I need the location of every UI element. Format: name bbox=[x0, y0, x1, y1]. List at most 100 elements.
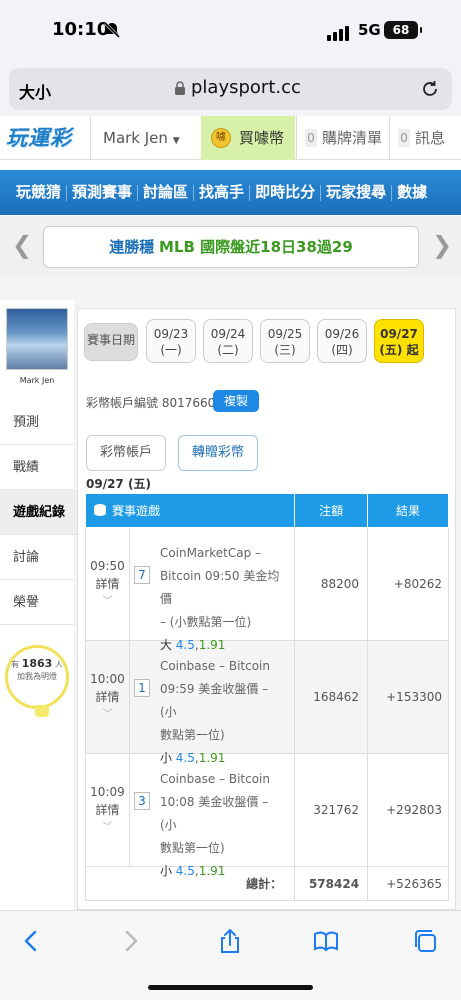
detail-link[interactable]: 詳情 bbox=[86, 688, 129, 706]
network-label: 5G bbox=[358, 21, 381, 39]
banner-highlight: 連勝穩 bbox=[109, 238, 155, 256]
lock-icon bbox=[175, 81, 185, 95]
browser-address-bar: 大小 playsport.cc bbox=[0, 62, 461, 116]
date-day: (一) bbox=[160, 343, 182, 357]
buy-coins-button[interactable]: 噱 買噱幣 bbox=[201, 116, 295, 160]
sidebar-item-game-history[interactable]: 遊戲紀錄 bbox=[0, 490, 78, 535]
game-line-1: CoinMarketCap – bbox=[159, 546, 262, 560]
sidebar-item-predictions[interactable]: 預測 bbox=[0, 400, 74, 445]
text-size-button[interactable]: 大小 bbox=[19, 79, 51, 103]
tabs-icon[interactable] bbox=[411, 927, 439, 955]
row-time: 10:00 bbox=[90, 672, 125, 686]
current-date-label: 09/27 (五) bbox=[86, 477, 151, 491]
table-row: 10:09 詳情 ﹀ 3 Coinbase – Bitcoin 10:08 美金… bbox=[85, 753, 449, 878]
tab-transfer-coins[interactable]: 轉贈彩幣 bbox=[178, 435, 258, 471]
purchase-list-label: 購牌清單 bbox=[322, 129, 383, 147]
site-logo[interactable]: 玩運彩 bbox=[6, 124, 86, 152]
account-number: 彩幣帳戶編號 80176600 bbox=[86, 396, 223, 410]
tab-coin-account[interactable]: 彩幣帳戶 bbox=[86, 435, 166, 471]
back-icon[interactable] bbox=[18, 927, 46, 955]
forward-icon[interactable] bbox=[116, 927, 144, 955]
table-header-row: 賽事遊戲 注額 結果 bbox=[84, 493, 449, 528]
purchase-list-link[interactable]: 0 購牌清單 bbox=[296, 116, 388, 160]
nav-item-predict[interactable]: 預測賽事 bbox=[67, 170, 137, 215]
row-time: 09:50 bbox=[90, 559, 125, 573]
row-stake: 168462 bbox=[294, 640, 369, 754]
row-stake: 321762 bbox=[294, 753, 369, 867]
detail-link[interactable]: 詳情 bbox=[86, 801, 129, 819]
game-line-2: 09:59 美金收盤價 – (小 bbox=[159, 682, 269, 719]
game-history-table: 賽事遊戲 注額 結果 09:50 詳情 ﹀ 7 CoinMarketCap – … bbox=[84, 493, 449, 901]
nav-item-stats[interactable]: 數據 bbox=[392, 170, 432, 215]
date-value: 09/26 bbox=[324, 327, 360, 341]
date-day: (三) bbox=[274, 343, 296, 357]
fans-suffix: 人 bbox=[54, 660, 63, 669]
game-line-value: 4.5 bbox=[175, 864, 195, 878]
sidebar-user-name: Mark Jen bbox=[19, 376, 55, 385]
bell-muted-icon bbox=[103, 21, 121, 39]
date-value: 09/23 bbox=[153, 327, 189, 341]
total-stake: 578424 bbox=[294, 866, 369, 901]
chevron-right-icon[interactable]: ❯ bbox=[432, 231, 452, 259]
url-field[interactable]: 大小 playsport.cc bbox=[9, 68, 452, 110]
game-number: 7 bbox=[133, 566, 150, 584]
date-value: 09/24 bbox=[210, 327, 246, 341]
status-bar: 10:10 5G 68 bbox=[0, 0, 461, 62]
share-icon[interactable] bbox=[216, 927, 244, 955]
banner-slide[interactable]: 連勝穩 MLB 國際盤近18日38過29 bbox=[43, 226, 419, 268]
message-count: 0 bbox=[398, 129, 410, 147]
coin-icon: 噱 bbox=[211, 128, 231, 148]
date-day: (四) bbox=[331, 343, 353, 357]
chevron-left-icon[interactable]: ❮ bbox=[12, 231, 32, 259]
fans-text: 加我為明燈 bbox=[17, 672, 57, 681]
date-value: 09/25 bbox=[267, 327, 303, 341]
col-header-game-label: 賽事遊戲 bbox=[112, 504, 161, 518]
avatar[interactable] bbox=[6, 308, 68, 370]
nav-item-guess[interactable]: 玩競猜 bbox=[0, 170, 66, 215]
game-line-2: Bitcoin 09:50 美金均價 bbox=[159, 569, 280, 606]
sidebar-item-record[interactable]: 戰績 bbox=[0, 445, 74, 490]
chevron-down-icon[interactable]: ﹀ bbox=[86, 706, 129, 724]
nav-item-forum[interactable]: 討論區 bbox=[138, 170, 193, 215]
reload-icon[interactable] bbox=[420, 79, 440, 99]
date-tab-0926[interactable]: 09/26 (四) bbox=[317, 319, 367, 363]
chevron-down-icon[interactable]: ﹀ bbox=[86, 819, 129, 837]
messages-label: 訊息 bbox=[415, 129, 446, 147]
col-header-stake: 注額 bbox=[294, 493, 369, 528]
home-indicator bbox=[148, 985, 313, 990]
profile-sidebar: Mark Jen 預測 戰績 遊戲紀錄 討論 榮譽 有 1863 人 加我為明燈 bbox=[0, 300, 78, 910]
row-game-cell: 1 Coinbase – Bitcoin 09:59 美金收盤價 – (小 數點… bbox=[128, 640, 296, 765]
date-tab-0927[interactable]: 09/27 (五) 起 bbox=[374, 319, 424, 363]
chevron-down-icon[interactable]: ﹀ bbox=[86, 593, 129, 611]
table-row: 10:00 詳情 ﹀ 1 Coinbase – Bitcoin 09:59 美金… bbox=[85, 640, 449, 765]
date-day: (五) 起 bbox=[379, 343, 419, 357]
row-time-cell: 10:09 詳情 ﹀ bbox=[85, 753, 130, 867]
row-time-cell: 10:00 詳情 ﹀ bbox=[85, 640, 130, 754]
date-tab-0923[interactable]: 09/23 (一) bbox=[146, 319, 196, 363]
row-stake: 88200 bbox=[294, 527, 369, 641]
game-line-3: 數點第一位) bbox=[159, 841, 225, 855]
col-header-game: 賽事遊戲 bbox=[84, 493, 296, 528]
nav-item-live-scores[interactable]: 即時比分 bbox=[250, 170, 320, 215]
bookmarks-icon[interactable] bbox=[312, 927, 340, 955]
date-label: 賽事日期 bbox=[84, 323, 138, 361]
status-time: 10:10 bbox=[52, 19, 110, 40]
sidebar-item-honors[interactable]: 榮譽 bbox=[0, 580, 74, 625]
date-tab-0924[interactable]: 09/24 (二) bbox=[203, 319, 253, 363]
purchase-count: 0 bbox=[305, 129, 317, 147]
fans-count: 1863 bbox=[21, 657, 53, 670]
sidebar-item-discussion[interactable]: 討論 bbox=[0, 535, 74, 580]
row-result: +153300 bbox=[367, 640, 449, 754]
nav-item-experts[interactable]: 找高手 bbox=[194, 170, 249, 215]
user-menu[interactable]: Mark Jen ▼ bbox=[90, 116, 200, 160]
detail-link[interactable]: 詳情 bbox=[86, 575, 129, 593]
row-time-cell: 09:50 詳情 ﹀ bbox=[85, 527, 130, 641]
game-line-1: Coinbase – Bitcoin bbox=[159, 772, 270, 786]
messages-link[interactable]: 0 訊息 bbox=[389, 116, 461, 160]
date-tab-0925[interactable]: 09/25 (三) bbox=[260, 319, 310, 363]
nav-item-player-search[interactable]: 玩家搜尋 bbox=[321, 170, 391, 215]
copy-button[interactable]: 複製 bbox=[213, 390, 259, 412]
follow-lightbulb-button[interactable]: 有 1863 人 加我為明燈 bbox=[5, 645, 69, 709]
col-header-result: 結果 bbox=[367, 493, 449, 528]
url-text: playsport.cc bbox=[191, 77, 301, 98]
